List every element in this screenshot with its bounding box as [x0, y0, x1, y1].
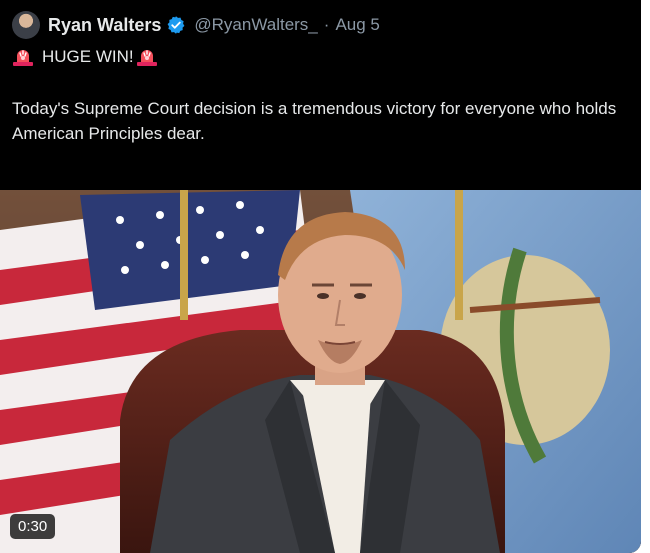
header-separator: · [323, 15, 330, 34]
tweet-card[interactable]: Ryan Walters @RyanWalters_ · Aug 5 HUGE … [0, 0, 641, 553]
tweet-date[interactable]: Aug 5 [335, 15, 379, 35]
video-frame [0, 190, 641, 553]
tweet-headline: HUGE WIN! [12, 47, 158, 67]
verified-badge-icon [167, 16, 185, 34]
tweet-header: Ryan Walters @RyanWalters_ · Aug 5 [12, 10, 380, 40]
avatar[interactable] [12, 11, 40, 39]
tweet-body-text: Today's Supreme Court decision is a trem… [12, 99, 617, 143]
siren-emoji-icon [13, 50, 33, 66]
author-handle[interactable]: @RyanWalters_ [194, 15, 317, 35]
siren-emoji-icon [136, 50, 157, 66]
author-name[interactable]: Ryan Walters [48, 15, 161, 36]
video-duration: 0:30 [10, 514, 56, 539]
video-player[interactable]: 0:30 [0, 190, 641, 553]
headline-text: HUGE WIN! [42, 47, 134, 66]
